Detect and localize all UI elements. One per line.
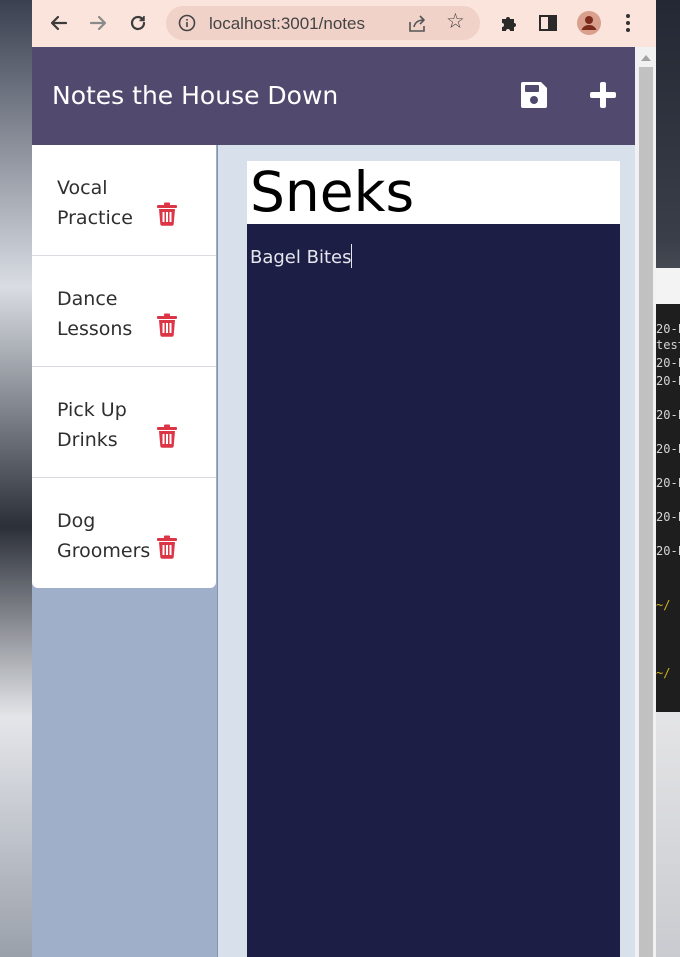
- address-bar[interactable]: localhost:3001/notes ☆: [166, 6, 480, 40]
- notes-sidebar: Vocal Practice Dance Lessons Pick Up Dri…: [32, 145, 218, 957]
- profile-avatar-icon[interactable]: [577, 11, 601, 35]
- terminal-window-edge: 20-F test 20-F 20-F 20-F 20-F 20-F 20-F …: [656, 268, 680, 712]
- url-text[interactable]: localhost:3001/notes: [209, 14, 365, 34]
- side-panel-icon[interactable]: [536, 11, 560, 35]
- forward-arrow-icon[interactable]: [86, 11, 110, 35]
- trash-icon[interactable]: [156, 424, 178, 448]
- menu-dots-icon[interactable]: [616, 11, 640, 35]
- note-list-item[interactable]: Dog Groomers: [32, 478, 216, 588]
- plus-icon[interactable]: [587, 79, 619, 111]
- scrollbar-thumb[interactable]: [639, 67, 653, 957]
- save-floppy-icon[interactable]: [518, 79, 550, 111]
- text-caret: [351, 244, 353, 268]
- trash-icon[interactable]: [156, 535, 178, 559]
- scroll-up-arrow-icon[interactable]: [641, 55, 651, 61]
- info-icon[interactable]: [178, 14, 196, 32]
- desktop-background: [0, 0, 32, 957]
- back-arrow-icon[interactable]: [47, 11, 71, 35]
- trash-icon[interactable]: [156, 202, 178, 226]
- note-list-item[interactable]: Vocal Practice: [32, 145, 216, 256]
- scrollbar[interactable]: [635, 47, 656, 957]
- browser-toolbar: localhost:3001/notes ☆: [32, 0, 656, 47]
- note-title[interactable]: Dance Lessons: [57, 284, 153, 344]
- app-brand[interactable]: Notes the House Down: [52, 81, 338, 110]
- terminal-title-edge: [656, 268, 680, 304]
- note-list-item[interactable]: Pick Up Drinks: [32, 367, 216, 478]
- note-title[interactable]: Vocal Practice: [57, 173, 153, 233]
- star-icon[interactable]: ☆: [446, 11, 465, 32]
- note-text: Bagel Bites: [250, 247, 352, 268]
- share-icon[interactable]: [406, 13, 428, 35]
- note-title[interactable]: Pick Up Drinks: [57, 395, 153, 455]
- app-navbar: Notes the House Down: [32, 47, 635, 145]
- extensions-puzzle-icon[interactable]: [497, 11, 521, 35]
- note-editor: Bagel Bites: [247, 161, 620, 957]
- trash-icon[interactable]: [156, 313, 178, 337]
- note-title[interactable]: Dog Groomers: [57, 506, 153, 566]
- note-list-item[interactable]: Dance Lessons: [32, 256, 216, 367]
- note-list: Vocal Practice Dance Lessons Pick Up Dri…: [32, 145, 216, 588]
- reload-icon[interactable]: [126, 11, 150, 35]
- note-title-input[interactable]: [247, 161, 620, 224]
- notes-app: Notes the House Down Vocal Practice Danc…: [32, 47, 635, 957]
- note-textarea[interactable]: Bagel Bites: [247, 224, 620, 957]
- browser-window: localhost:3001/notes ☆ Notes the House D…: [32, 0, 656, 957]
